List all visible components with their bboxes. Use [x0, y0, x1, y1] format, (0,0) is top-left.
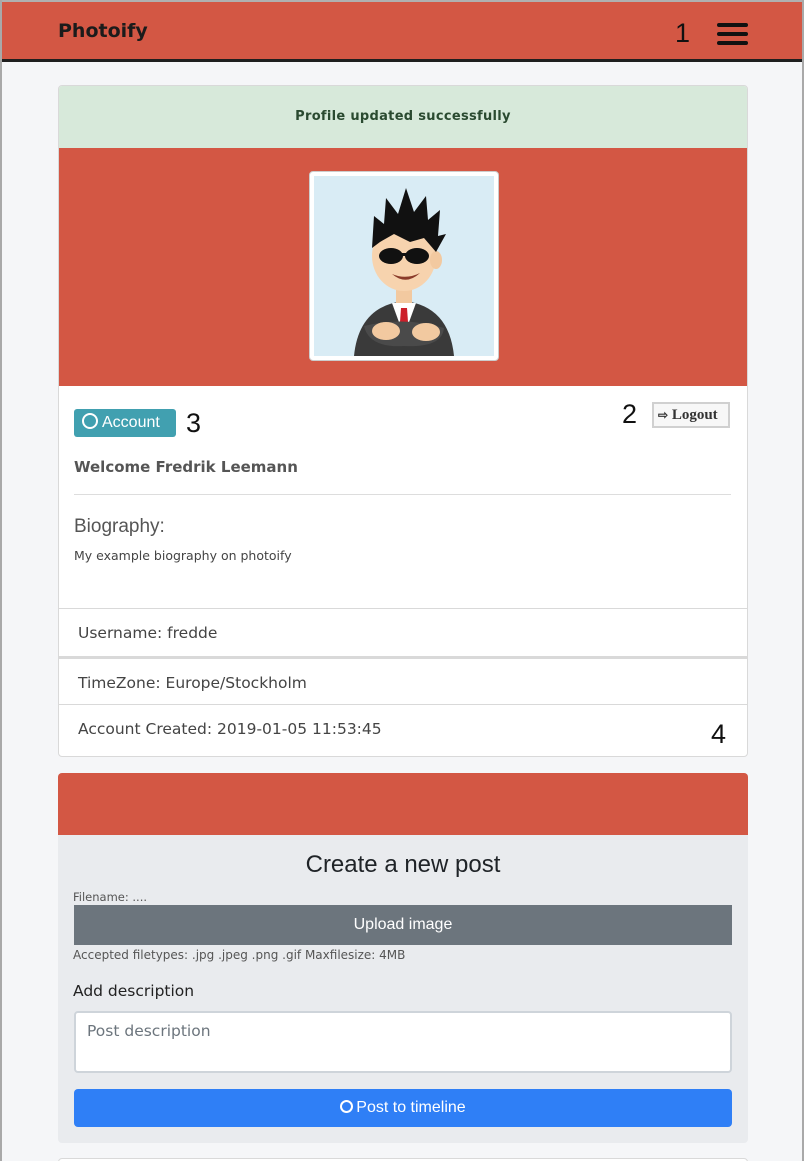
upload-image-button[interactable]: Upload image	[74, 905, 732, 945]
avatar-illustration	[314, 176, 494, 356]
post-description-input[interactable]	[74, 1011, 732, 1073]
account-button[interactable]: Account	[74, 409, 176, 437]
sign-out-icon: ⇨	[658, 408, 669, 422]
biography-title: Biography:	[74, 516, 165, 537]
profile-avatar-image	[314, 176, 494, 356]
profile-cover	[59, 148, 747, 386]
logout-button-label: Logout	[671, 407, 718, 423]
description-label: Add description	[73, 982, 195, 1000]
user-circle-icon	[82, 413, 98, 429]
arrow-circle-icon	[340, 1100, 354, 1113]
post-to-timeline-button[interactable]: Post to timeline	[74, 1089, 732, 1127]
account-created-row: Account Created: 2019-01-05 11:53:45	[59, 704, 747, 752]
post-button-label: Post to timeline	[356, 1099, 466, 1116]
accepted-filetypes-text: Accepted filetypes: .jpg .jpeg .png .gif…	[73, 948, 406, 962]
filename-label: Filename: ....	[73, 890, 148, 904]
annotation-label: 2	[622, 399, 638, 429]
avatar	[309, 171, 499, 361]
welcome-text: Welcome Fredrik Leemann	[74, 458, 298, 476]
profile-card: Profile updated successfully Account ⇨ L…	[58, 85, 748, 757]
username-row: Username: fredde	[59, 608, 747, 656]
annotation-label: 1	[675, 18, 691, 48]
hamburger-menu-icon[interactable]	[717, 23, 749, 45]
divider	[74, 494, 731, 495]
post-card-header	[58, 773, 748, 835]
create-post-title: Create a new post	[305, 851, 501, 878]
create-post-card: Create a new post Filename: .... Upload …	[58, 773, 748, 1143]
annotation-label: 4	[711, 719, 727, 749]
brand-logo[interactable]: Photoify	[58, 20, 148, 42]
timezone-row: TimeZone: Europe/Stockholm	[59, 656, 747, 704]
account-button-label: Account	[102, 414, 160, 431]
success-alert: Profile updated successfully	[59, 86, 747, 148]
profile-body: Account ⇨ Logout Welcome Fredrik Leemann…	[59, 386, 747, 608]
biography-text: My example biography on photoify	[74, 548, 292, 563]
logout-button[interactable]: ⇨ Logout	[652, 402, 730, 428]
annotation-label: 3	[186, 408, 202, 438]
